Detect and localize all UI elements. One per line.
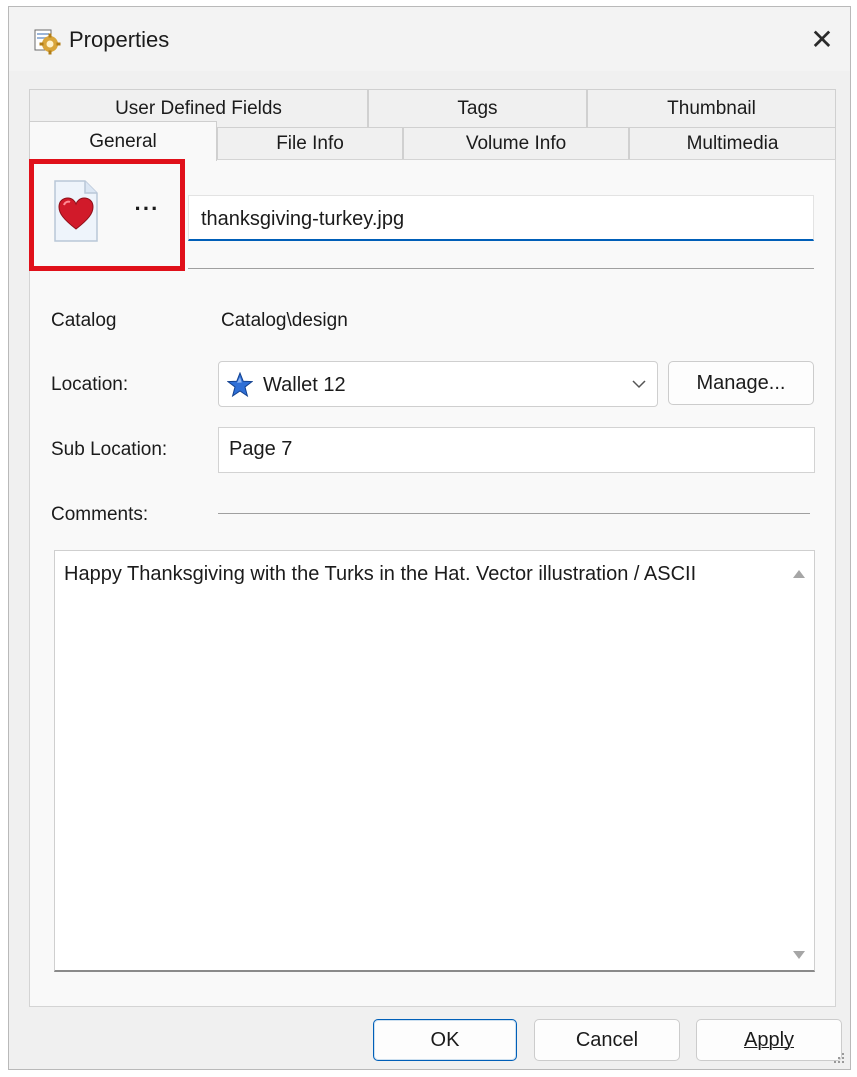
chevron-down-icon <box>632 380 646 389</box>
tab-label: Volume Info <box>465 132 567 154</box>
scroll-down-arrow-icon[interactable] <box>792 950 806 960</box>
tab-label: General <box>89 130 157 152</box>
tab-tags[interactable]: Tags <box>368 89 587 127</box>
comments-label: Comments: <box>51 504 149 525</box>
window-title: Properties <box>69 27 170 52</box>
tab-general[interactable]: General <box>29 121 217 161</box>
tab-label: Tags <box>457 97 498 119</box>
tab-multimedia[interactable]: Multimedia <box>629 127 836 159</box>
tab-label: User Defined Fields <box>115 97 282 119</box>
tab-label: Thumbnail <box>667 97 756 119</box>
highlight-box <box>29 159 185 271</box>
tab-label: Multimedia <box>686 132 779 154</box>
location-label: Location: <box>51 374 129 395</box>
comments-textarea[interactable]: Happy Thanksgiving with the Turks in the… <box>54 550 815 972</box>
sublocation-field[interactable]: Page 7 <box>218 427 815 473</box>
blue-star-icon <box>227 372 253 398</box>
separator <box>188 268 814 269</box>
scroll-up-arrow-icon[interactable] <box>792 569 806 579</box>
apply-button[interactable]: Apply <box>696 1019 842 1061</box>
ok-button[interactable]: OK <box>373 1019 517 1061</box>
location-dropdown[interactable]: Wallet 12 <box>218 361 658 407</box>
properties-dialog: Properties ✕ User Defined Fields Tags Th… <box>8 6 851 1070</box>
comments-separator <box>218 513 810 514</box>
tab-label: File Info <box>276 132 344 154</box>
location-value: Wallet 12 <box>263 374 346 396</box>
tab-volume-info[interactable]: Volume Info <box>403 127 629 159</box>
manage-button[interactable]: Manage... <box>668 361 814 405</box>
title-bar: Properties ✕ <box>9 7 850 71</box>
close-button[interactable]: ✕ <box>794 7 850 71</box>
properties-gear-icon <box>34 29 61 55</box>
catalog-label: Catalog <box>51 310 117 331</box>
comments-text: Happy Thanksgiving with the Turks in the… <box>64 563 697 585</box>
cancel-button[interactable]: Cancel <box>534 1019 680 1061</box>
resize-grip-icon[interactable] <box>832 1051 846 1065</box>
tab-file-info[interactable]: File Info <box>217 127 403 159</box>
close-icon: ✕ <box>810 23 834 55</box>
catalog-value: Catalog\design <box>221 310 348 331</box>
file-name-field[interactable]: thanksgiving-turkey.jpg <box>188 195 814 241</box>
sublocation-label: Sub Location: <box>51 439 168 460</box>
tab-thumbnail[interactable]: Thumbnail <box>587 89 836 127</box>
